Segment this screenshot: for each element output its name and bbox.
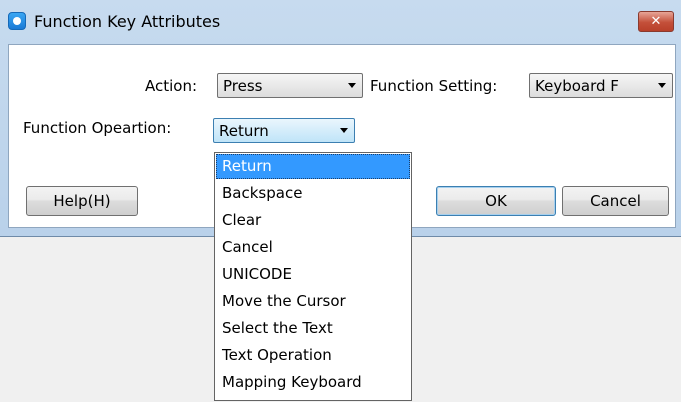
function-operation-dropdown-list: Return Backspace Clear Cancel UNICODE Mo… [214, 152, 412, 401]
dropdown-option-mapping-keyboard[interactable]: Mapping Keyboard [216, 370, 410, 395]
dropdown-option-move-cursor[interactable]: Move the Cursor [216, 289, 410, 314]
dropdown-option-unicode[interactable]: UNICODE [216, 262, 410, 287]
dropdown-option-return[interactable]: Return [216, 154, 410, 179]
action-select[interactable]: Press [217, 73, 363, 98]
dropdown-option-text-operation[interactable]: Text Operation [216, 343, 410, 368]
dropdown-option-backspace[interactable]: Backspace [216, 181, 410, 206]
action-select-value: Press [223, 77, 263, 95]
dropdown-option-clear[interactable]: Clear [216, 208, 410, 233]
chevron-down-icon [658, 83, 666, 88]
chevron-down-icon [348, 83, 356, 88]
function-setting-select[interactable]: Keyboard F [529, 73, 673, 98]
help-button[interactable]: Help(H) [26, 186, 138, 216]
function-operation-label: Function Opeartion: [23, 119, 172, 137]
title-bar[interactable]: Function Key Attributes ✕ [0, 0, 681, 44]
function-operation-select-value: Return [219, 122, 269, 140]
function-setting-select-value: Keyboard F [535, 77, 619, 95]
window-title: Function Key Attributes [34, 12, 221, 31]
chevron-down-icon [340, 128, 348, 133]
function-operation-select[interactable]: Return [213, 118, 355, 143]
app-icon [8, 12, 26, 30]
dropdown-option-cancel[interactable]: Cancel [216, 235, 410, 260]
close-button[interactable]: ✕ [638, 11, 674, 32]
function-setting-label: Function Setting: [370, 77, 498, 95]
ok-button[interactable]: OK [436, 186, 556, 216]
action-label: Action: [145, 77, 198, 95]
dropdown-option-select-text[interactable]: Select the Text [216, 316, 410, 341]
cancel-button[interactable]: Cancel [562, 186, 669, 216]
